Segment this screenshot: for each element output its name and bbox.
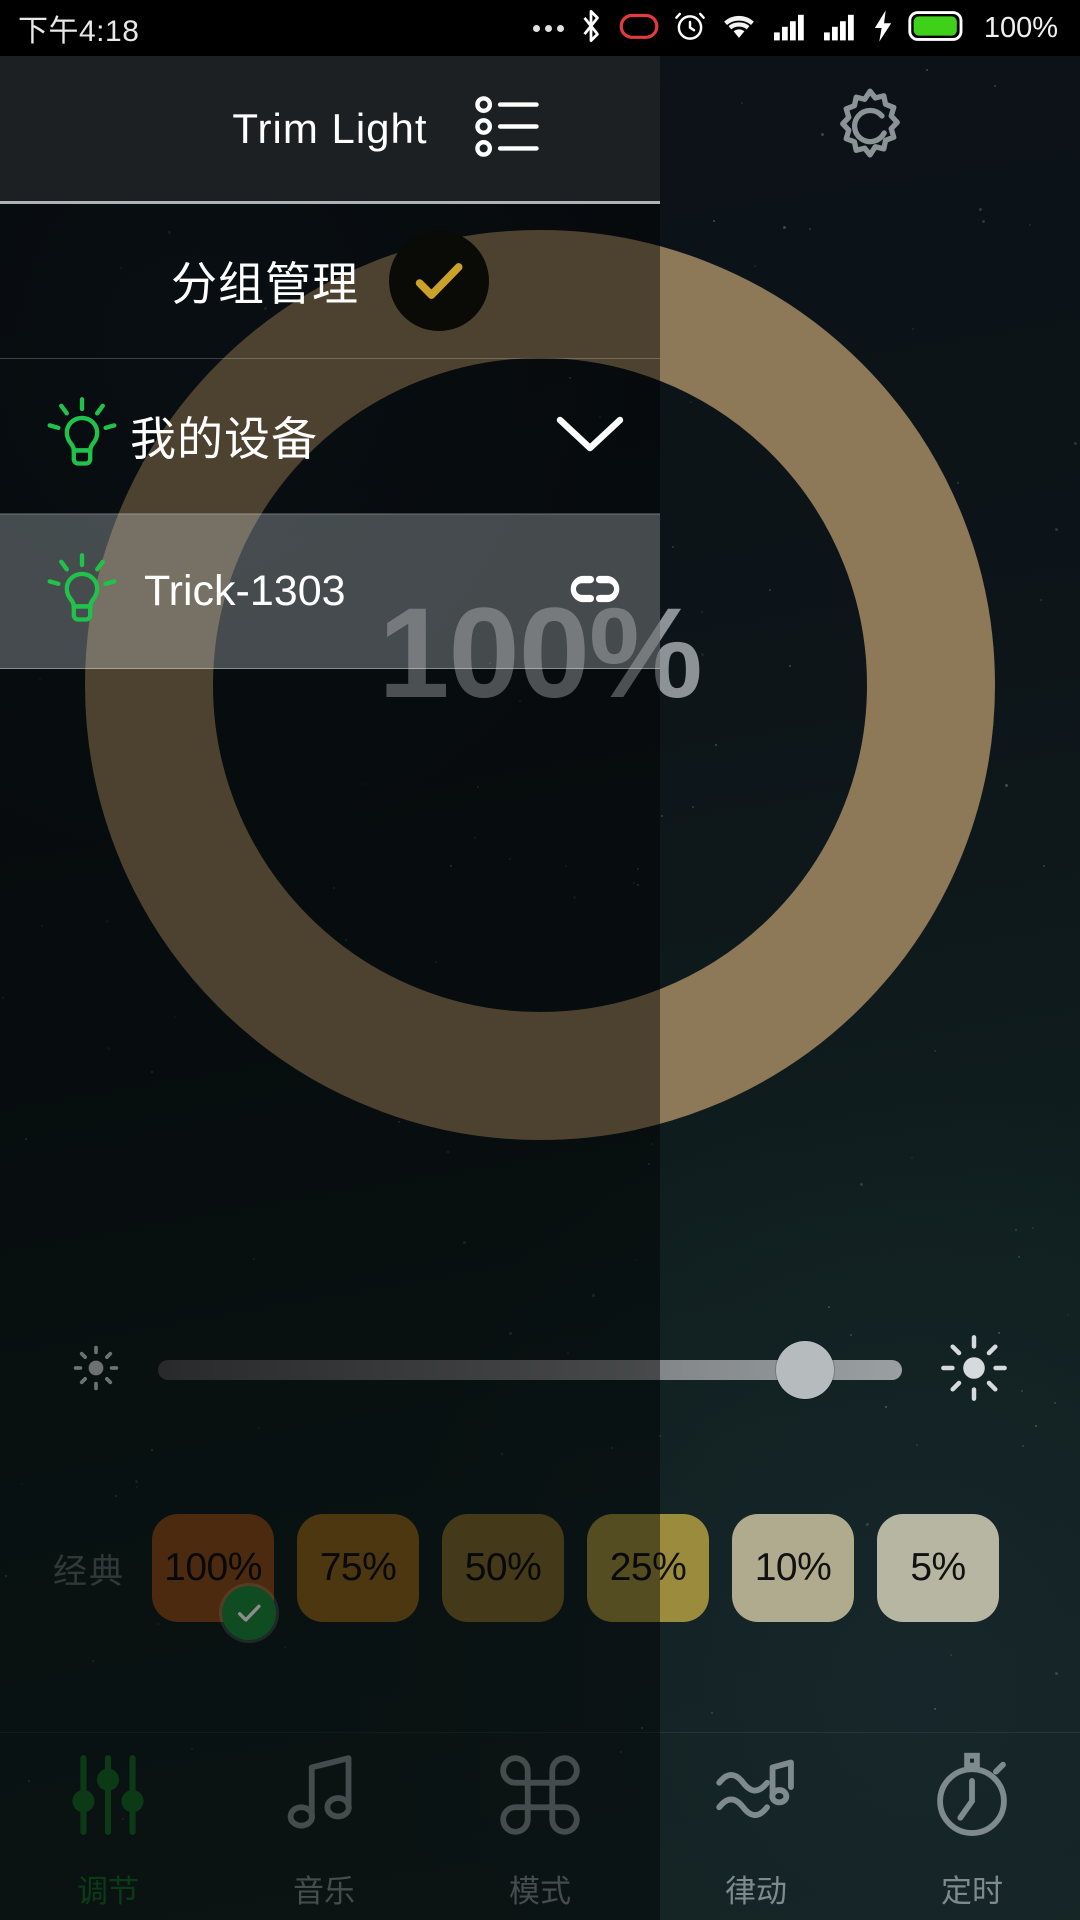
my-devices-label: 我的设备 — [130, 413, 318, 465]
settings-button[interactable] — [660, 56, 1080, 204]
status-bar: 下午4:18 100% — [0, 0, 1080, 56]
drawer-device-item[interactable]: Trick-1303 — [0, 514, 660, 669]
list-bullet-icon[interactable] — [474, 95, 548, 162]
gear-icon[interactable] — [824, 82, 916, 179]
nav-item-律动[interactable]: 律动 — [648, 1749, 864, 1911]
rhythm-wave-icon[interactable] — [710, 1749, 802, 1846]
group-manage-check-badge[interactable] — [389, 231, 489, 331]
alarm-icon — [674, 9, 706, 48]
more-dots-icon — [532, 24, 564, 32]
battery-percent-label: 100% — [983, 11, 1058, 44]
nav-item-label: 定时 — [941, 1874, 1003, 1909]
signal-2-icon — [822, 10, 858, 47]
brightness-high-icon — [938, 1332, 1010, 1409]
app-title: Trim Light — [232, 104, 428, 152]
bluetooth-icon — [578, 8, 604, 49]
link-icon[interactable] — [564, 567, 626, 616]
signal-1-icon — [772, 10, 808, 47]
wifi-icon — [720, 11, 758, 46]
charging-bolt-icon — [872, 9, 894, 48]
nav-item-label: 律动 — [725, 1874, 787, 1909]
preset-swatch[interactable]: 5% — [877, 1514, 999, 1622]
device-name-label: Trick-1303 — [144, 567, 346, 615]
preset-swatch-label: 5% — [910, 1546, 966, 1589]
preset-swatch[interactable]: 10% — [732, 1514, 854, 1622]
battery-icon — [908, 10, 966, 47]
brightness-slider-thumb[interactable] — [776, 1341, 835, 1399]
app-root: 100% 经典 100% 75% 50% 25% 10% 5% 调节 音乐 模式 律动 定时 — [0, 0, 1080, 1920]
bulb-icon — [34, 395, 130, 477]
drawer-item-group-manage[interactable]: 分组管理 — [0, 204, 660, 359]
bulb-icon — [34, 551, 130, 633]
group-manage-label: 分组管理 — [171, 258, 359, 310]
timer-icon[interactable] — [926, 1749, 1018, 1846]
status-time: 下午4:18 — [18, 15, 140, 48]
drawer-header: Trim Light — [0, 56, 660, 204]
chevron-down-icon[interactable] — [554, 411, 626, 462]
status-icons: 100% — [532, 8, 1058, 49]
preset-swatch-label: 10% — [754, 1546, 832, 1589]
navigation-drawer: Trim Light 分组管理 我的设备 Trick-1303 — [0, 56, 660, 669]
drawer-item-my-devices[interactable]: 我的设备 — [0, 359, 660, 514]
do-not-disturb-icon — [618, 11, 660, 46]
nav-item-定时[interactable]: 定时 — [864, 1749, 1080, 1911]
